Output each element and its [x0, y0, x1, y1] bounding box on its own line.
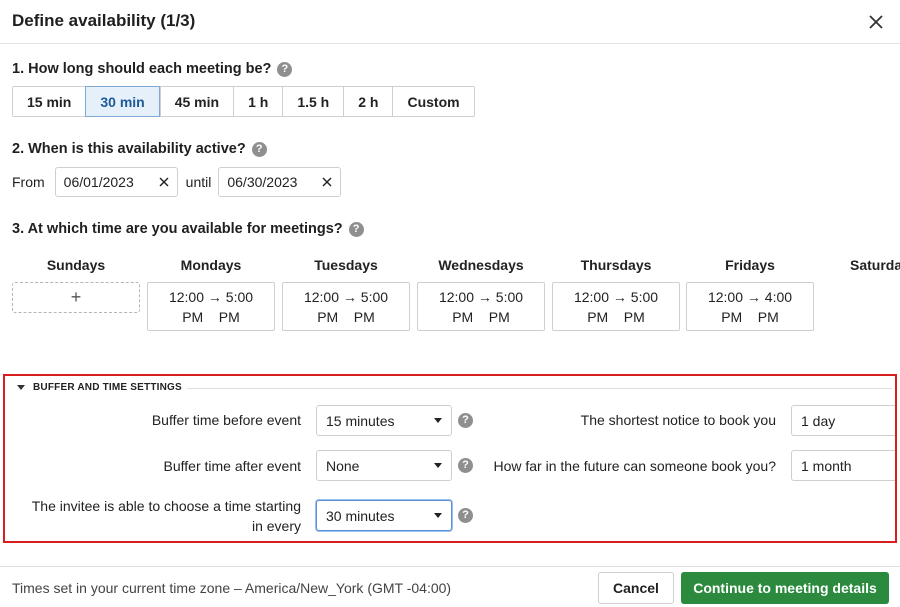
question-label: 1. How long should each meeting be?: [12, 61, 272, 77]
duration-option[interactable]: 15 min: [13, 87, 86, 116]
question-label: 2. When is this availability active?: [12, 141, 246, 157]
day-name: Thursdays: [580, 257, 652, 273]
weekday-availability: Sundays + Mondays 12:00 → 5:00 PM PM Tue…: [12, 257, 900, 337]
help-icon[interactable]: ?: [348, 221, 364, 237]
start-interval-select[interactable]: 30 minutes: [316, 500, 452, 531]
time-slot[interactable]: 12:00 → 4:00 PM PM: [686, 282, 814, 331]
buffer-before-label: Buffer time before event: [151, 412, 301, 428]
day-column-monday: Mondays 12:00 → 5:00 PM PM: [147, 257, 275, 331]
day-column-tuesday: Tuesdays 12:00 → 5:00 PM PM: [282, 257, 410, 331]
duration-option[interactable]: 45 min: [159, 87, 234, 116]
start-interval-value: 30 minutes: [326, 507, 395, 524]
start-date-field[interactable]: 06/01/2023: [54, 167, 178, 197]
duration-option[interactable]: 1 h: [233, 87, 283, 116]
chevron-down-icon: [434, 463, 442, 468]
time-slot-period: PM PM: [587, 309, 645, 325]
help-icon[interactable]: ?: [458, 458, 473, 473]
duration-selector: 15 min 30 min 45 min 1 h 1.5 h 2 h Custo…: [12, 86, 475, 117]
section-divider: [187, 388, 892, 389]
caret-down-icon: [17, 385, 25, 390]
question-meeting-length: 1. How long should each meeting be? ?: [12, 61, 293, 77]
from-label: From: [12, 174, 45, 190]
buffer-after-select[interactable]: None: [316, 450, 452, 481]
time-slot-period: PM PM: [182, 309, 240, 325]
close-button[interactable]: [866, 12, 886, 32]
start-interval-label-line2: in every: [251, 518, 301, 534]
clear-icon[interactable]: [322, 177, 332, 187]
day-name: Mondays: [180, 257, 242, 273]
time-slot[interactable]: 12:00 → 5:00 PM PM: [282, 282, 410, 331]
buffer-settings-heading: BUFFER AND TIME SETTINGS: [33, 382, 182, 393]
day-column-saturday: Saturdays +: [820, 257, 900, 275]
day-name: Fridays: [725, 257, 775, 273]
time-slot-range: 12:00 → 4:00: [707, 289, 793, 305]
buffer-before-select[interactable]: 15 minutes: [316, 405, 452, 436]
future-booking-value: 1 month: [801, 457, 852, 474]
question-available-times: 3. At which time are you available for m…: [12, 221, 364, 237]
end-date-field[interactable]: 06/30/2023: [218, 167, 342, 197]
time-slot-range: 12:00 → 5:00: [438, 289, 524, 305]
buffer-after-value: None: [326, 457, 360, 474]
continue-button[interactable]: Continue to meeting details: [681, 572, 889, 604]
time-slot-range: 12:00 → 5:00: [168, 289, 254, 305]
day-column-wednesday: Wednesdays 12:00 → 5:00 PM PM: [417, 257, 545, 331]
question-label: 3. At which time are you available for m…: [12, 221, 343, 237]
dialog-title: Define availability (1/3): [12, 11, 196, 30]
buffer-after-label: Buffer time after event: [163, 458, 301, 474]
buffer-before-value: 15 minutes: [326, 412, 395, 429]
buffer-settings-toggle[interactable]: BUFFER AND TIME SETTINGS: [17, 382, 182, 393]
chevron-down-icon: [434, 513, 442, 518]
day-column-sunday: Sundays +: [12, 257, 140, 313]
time-slot[interactable]: 12:00 → 5:00 PM PM: [147, 282, 275, 331]
start-date-value: 06/01/2023: [63, 174, 134, 190]
duration-option-selected[interactable]: 30 min: [85, 86, 160, 117]
duration-option[interactable]: 1.5 h: [282, 87, 344, 116]
day-name: Saturdays: [850, 257, 900, 273]
help-icon[interactable]: ?: [277, 61, 293, 77]
shortest-notice-value: 1 day: [801, 412, 836, 429]
timezone-note: Times set in your current time zone – Am…: [12, 580, 452, 596]
future-booking-label: How far in the future can someone book y…: [493, 458, 776, 474]
start-interval-label: The invitee is able to choose a time sta…: [5, 496, 301, 536]
help-icon[interactable]: ?: [458, 413, 473, 428]
close-icon: [869, 15, 883, 29]
time-slot[interactable]: 12:00 → 5:00 PM PM: [417, 282, 545, 331]
dialog-footer: Times set in your current time zone – Am…: [0, 566, 900, 607]
future-booking-select[interactable]: 1 month: [791, 450, 895, 481]
start-interval-label-line1: The invitee is able to choose a time sta…: [31, 498, 301, 514]
chevron-down-icon: [434, 418, 442, 423]
time-slot-period: PM PM: [721, 309, 779, 325]
until-label: until: [185, 174, 212, 190]
cancel-button[interactable]: Cancel: [598, 572, 674, 604]
time-slot[interactable]: 12:00 → 5:00 PM PM: [552, 282, 680, 331]
time-slot-range: 12:00 → 5:00: [573, 289, 659, 305]
plus-icon: +: [70, 287, 82, 307]
buffer-settings-section: BUFFER AND TIME SETTINGS Buffer time bef…: [3, 374, 897, 543]
help-icon[interactable]: ?: [251, 141, 267, 157]
duration-option-custom[interactable]: Custom: [392, 87, 474, 116]
date-range-row: From 06/01/2023 until 06/30/2023: [12, 167, 342, 197]
clear-icon[interactable]: [159, 177, 169, 187]
day-column-thursday: Thursdays 12:00 → 5:00 PM PM: [552, 257, 680, 331]
duration-option[interactable]: 2 h: [343, 87, 393, 116]
add-slot-button[interactable]: +: [12, 282, 140, 313]
shortest-notice-select[interactable]: 1 day: [791, 405, 895, 436]
question-active-range: 2. When is this availability active? ?: [12, 141, 267, 157]
time-slot-range: 12:00 → 5:00: [303, 289, 389, 305]
day-name: Wednesdays: [438, 257, 524, 273]
day-column-friday: Fridays 12:00 → 4:00 PM PM: [686, 257, 814, 331]
time-slot-period: PM PM: [452, 309, 510, 325]
day-name: Sundays: [46, 257, 106, 273]
help-icon[interactable]: ?: [458, 508, 473, 523]
end-date-value: 06/30/2023: [227, 174, 298, 190]
time-slot-period: PM PM: [317, 309, 375, 325]
dialog-header: Define availability (1/3): [0, 0, 900, 44]
shortest-notice-label: The shortest notice to book you: [580, 412, 776, 428]
day-name: Tuesdays: [314, 257, 378, 273]
